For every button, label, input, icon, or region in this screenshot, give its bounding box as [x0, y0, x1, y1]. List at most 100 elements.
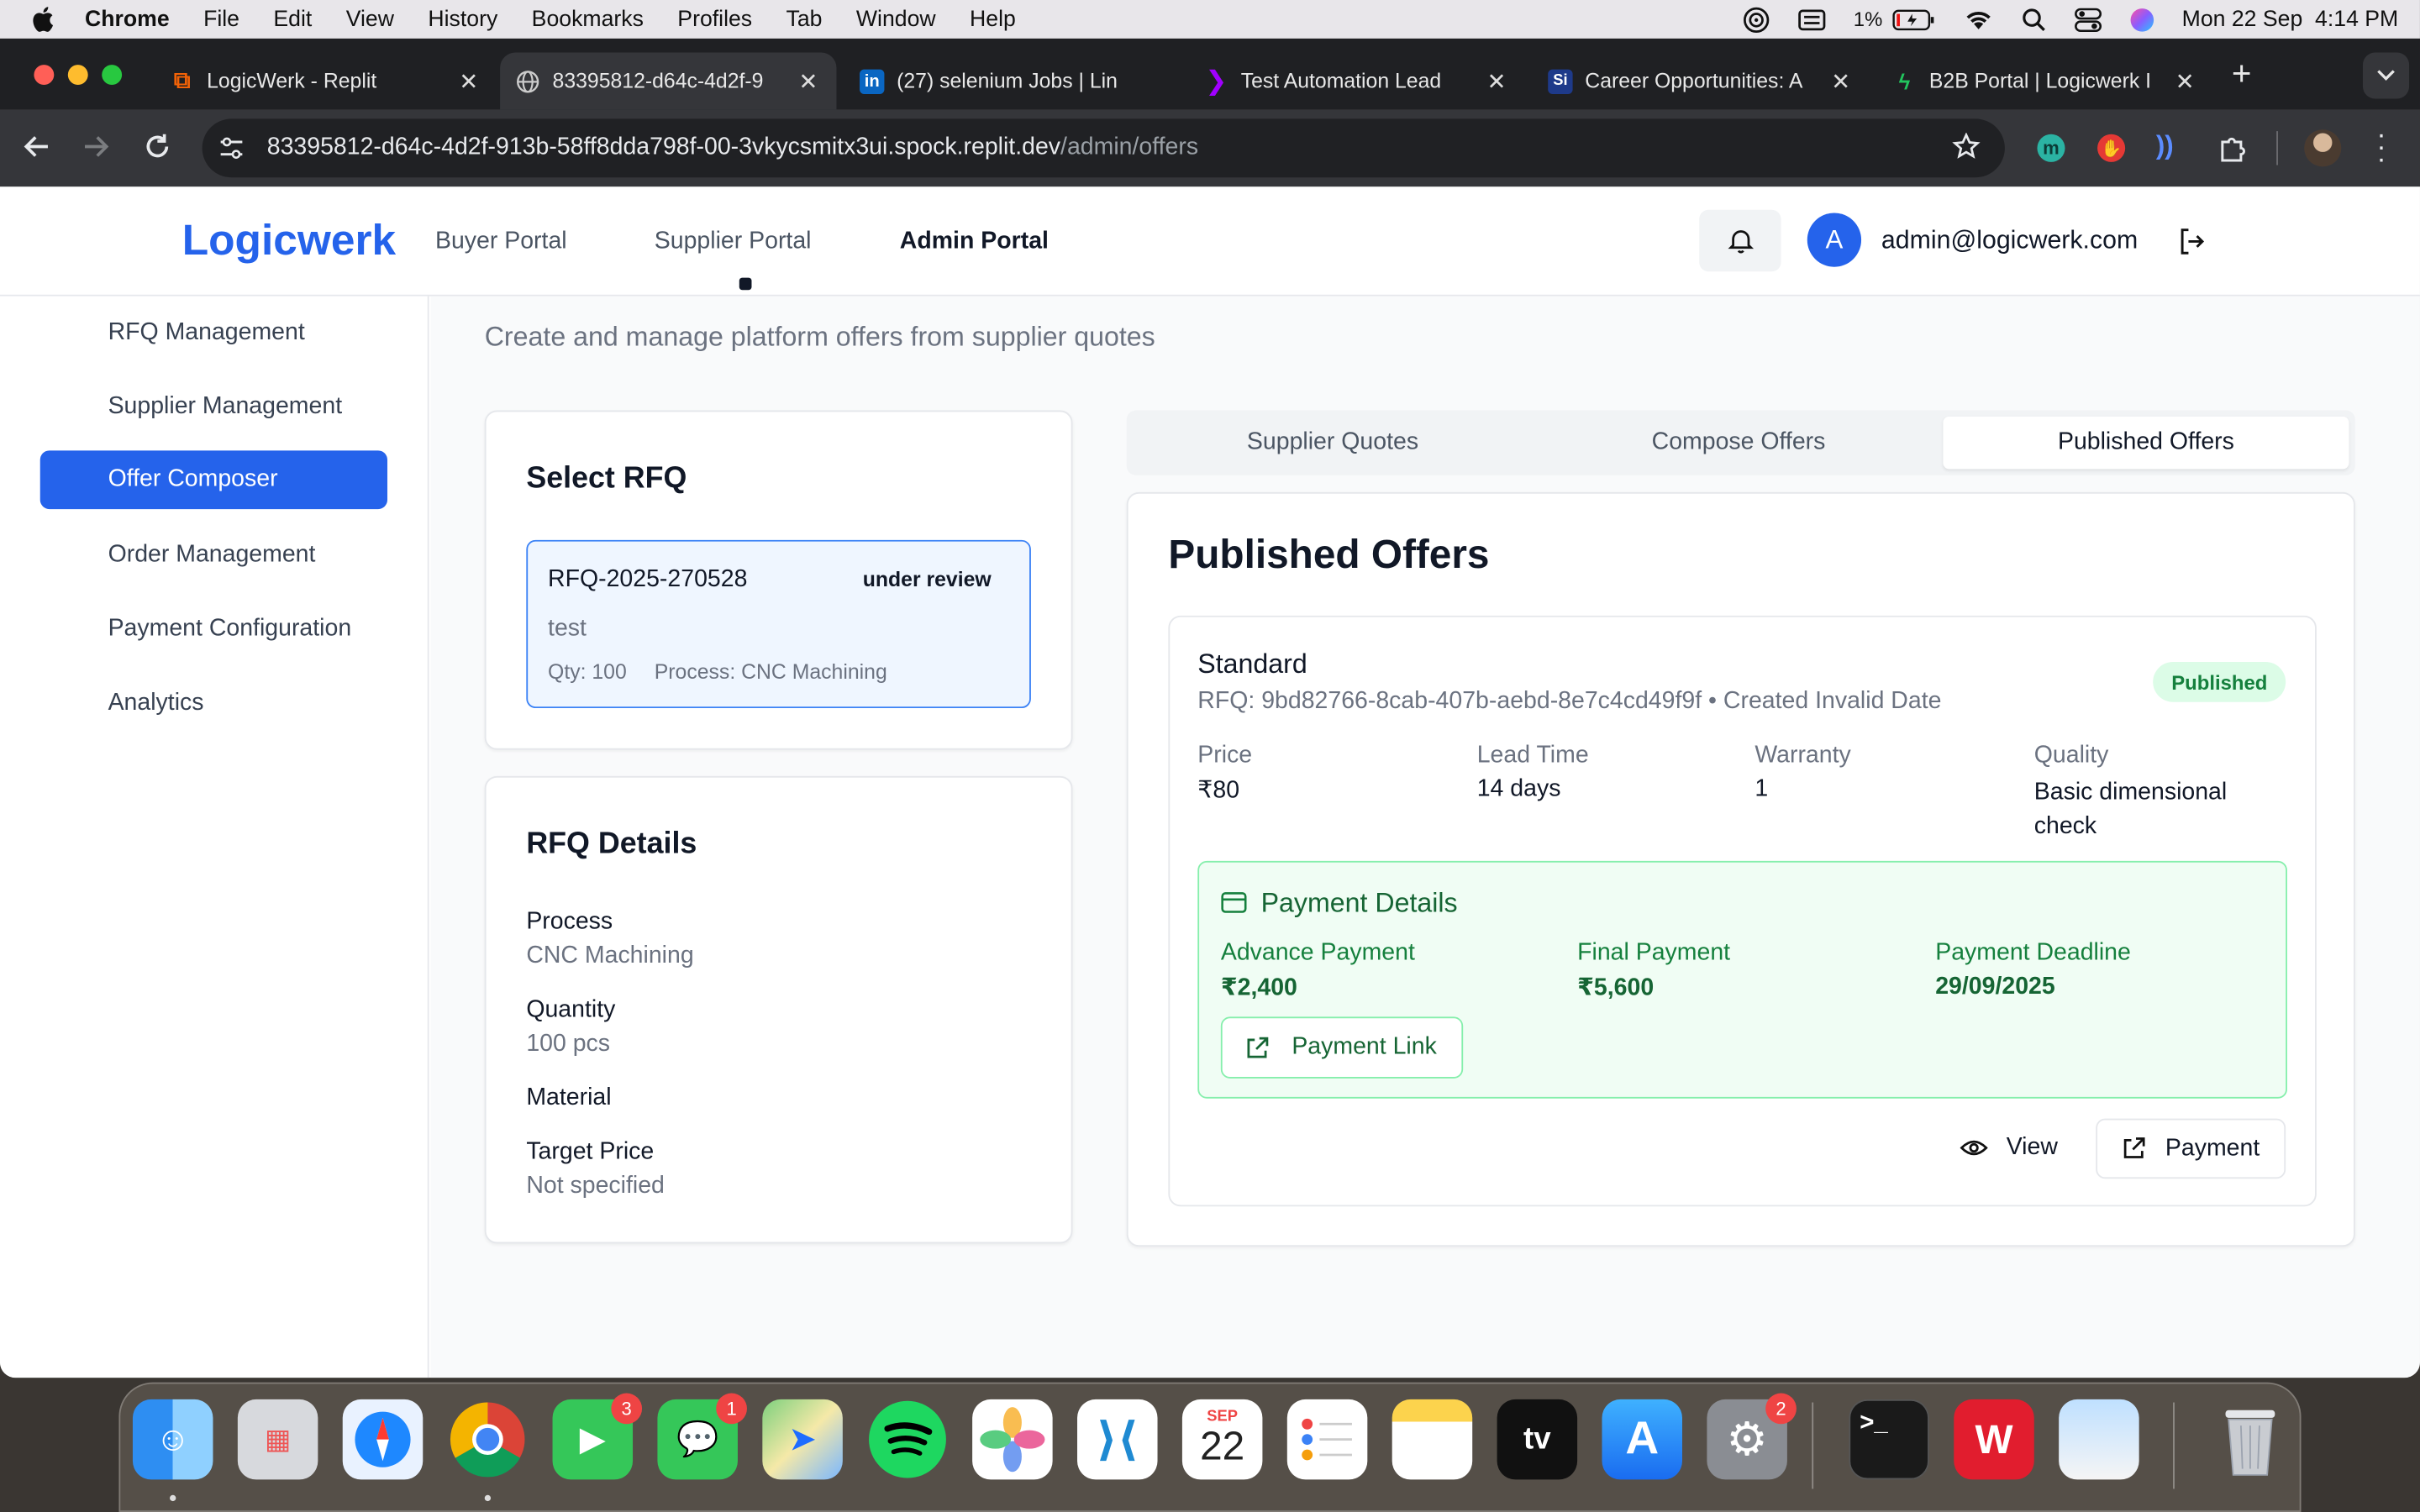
sidebar-item-rfq-management[interactable]: RFQ Management: [40, 304, 387, 363]
dock-facetime-icon[interactable]: ▶ 3: [552, 1393, 643, 1480]
tab-close-icon[interactable]: ✕: [1831, 67, 1850, 95]
tab-published-offers[interactable]: Published Offers: [1943, 416, 2349, 470]
dock-appletv-icon[interactable]: tv: [1497, 1399, 1578, 1480]
browser-tab-careers[interactable]: Si Career Opportunities: A ✕: [1533, 52, 1869, 109]
dock-vscode-icon[interactable]: ⟩⟨: [1077, 1399, 1158, 1480]
select-rfq-title: Select RFQ: [526, 461, 687, 496]
toolbar-divider: [2276, 131, 2278, 165]
menu-edit[interactable]: Edit: [273, 7, 312, 31]
offer-tabs: Supplier Quotes Compose Offers Published…: [1126, 410, 2355, 475]
extension-wave-icon[interactable]: )): [2156, 131, 2174, 162]
window-zoom-button[interactable]: [102, 65, 123, 86]
dock-spotify-icon[interactable]: [867, 1399, 948, 1480]
menu-app-name[interactable]: Chrome: [85, 7, 170, 31]
new-tab-button[interactable]: +: [2232, 54, 2252, 94]
menu-history[interactable]: History: [428, 7, 497, 31]
dock-messages-icon[interactable]: 💬 1: [657, 1393, 747, 1480]
target-price-value: Not specified: [526, 1172, 665, 1200]
url-host: 83395812-d64c-4d2f-913b-58ff8dda798f-00-…: [266, 134, 1061, 161]
site-info-icon[interactable]: [218, 136, 245, 160]
browser-tab-b2b-portal[interactable]: ϟ B2B Portal | Logicwerk I ✕: [1876, 52, 2212, 109]
menu-bookmarks[interactable]: Bookmarks: [532, 7, 644, 31]
dock-preview-icon[interactable]: [2059, 1399, 2139, 1480]
chrome-menu-icon[interactable]: · · ·: [2377, 120, 2386, 172]
apple-icon[interactable]: [31, 6, 55, 32]
dock-safari-icon[interactable]: [342, 1399, 424, 1480]
sidebar-item-offer-composer[interactable]: Offer Composer: [39, 450, 388, 510]
extension-m-icon[interactable]: m: [2037, 134, 2065, 162]
extensions-puzzle-icon[interactable]: [2217, 133, 2249, 164]
browser-tab-test-automation[interactable]: ❯ Test Automation Lead ✕: [1188, 52, 1524, 109]
browser-tab-replit[interactable]: ⧉ LogicWerk - Replit ✕: [155, 52, 497, 109]
siri-icon[interactable]: [2129, 7, 2154, 31]
profile-avatar[interactable]: [2304, 129, 2342, 167]
menu-clock[interactable]: Mon 22 Sep 4:14 PM: [2182, 7, 2399, 31]
view-offer-label: View: [2006, 1133, 2058, 1161]
dock-chrome-icon[interactable]: [448, 1399, 529, 1480]
view-offer-button[interactable]: View: [1942, 1119, 2081, 1178]
dock-notes-icon[interactable]: [1392, 1399, 1473, 1480]
browser-tab-admin-offers[interactable]: 83395812-d64c-4d2f-9 ✕: [500, 52, 837, 110]
dock-trash-icon[interactable]: [2210, 1399, 2291, 1480]
menu-file[interactable]: File: [203, 7, 239, 31]
dock-settings-icon[interactable]: ⚙ 2: [1707, 1393, 1797, 1480]
reload-icon[interactable]: [142, 131, 173, 162]
user-avatar[interactable]: A: [1807, 213, 1862, 267]
material-label: Material: [526, 1084, 612, 1111]
tab-close-icon[interactable]: ✕: [798, 67, 818, 95]
dock-launchpad-icon[interactable]: ▦: [237, 1399, 318, 1480]
tab-compose-offers[interactable]: Compose Offers: [1533, 411, 1944, 475]
notifications-button[interactable]: [1699, 209, 1781, 272]
calendar-day: 22: [1200, 1421, 1245, 1468]
menu-window[interactable]: Window: [856, 7, 936, 31]
tab-close-icon[interactable]: ✕: [2175, 67, 2195, 95]
macos-dock: ☺ ▦ ▶ 3 💬 1 ➤ ⟩⟨ SEP 22 tv A ⚙ 2 >_ W: [118, 1382, 2302, 1512]
forward-icon[interactable]: [81, 131, 112, 162]
control-center-icon[interactable]: [2074, 7, 2102, 32]
battery-icon[interactable]: [1891, 8, 1934, 30]
window-minimize-button[interactable]: [67, 65, 88, 86]
sidebar-item-payment-configuration[interactable]: Payment Configuration: [40, 600, 387, 659]
nav-supplier-portal[interactable]: Supplier Portal: [655, 228, 812, 256]
bookmark-star-icon[interactable]: [1952, 132, 1981, 160]
menu-profiles[interactable]: Profiles: [677, 7, 752, 31]
dock-maps-icon[interactable]: ➤: [762, 1399, 843, 1480]
rfq-list-item[interactable]: RFQ-2025-270528 under review test Qty: 1…: [526, 539, 1031, 709]
tab-close-icon[interactable]: ✕: [1487, 67, 1507, 95]
payment-link-button[interactable]: Payment Link: [1220, 1016, 1464, 1079]
dock-calendar-icon[interactable]: SEP 22: [1181, 1399, 1263, 1480]
nav-admin-portal[interactable]: Admin Portal: [900, 228, 1049, 256]
dock-finder-icon[interactable]: ☺: [132, 1399, 213, 1480]
dock-appstore-icon[interactable]: A: [1602, 1399, 1683, 1480]
airdrop-icon[interactable]: [1743, 5, 1770, 33]
keyboard-icon[interactable]: [1798, 8, 1826, 30]
payment-button[interactable]: Payment: [2096, 1118, 2286, 1179]
dock-photos-icon[interactable]: [972, 1399, 1053, 1480]
logout-icon[interactable]: [2178, 227, 2207, 256]
extension-hand-icon[interactable]: ✋: [2097, 134, 2126, 162]
nav-buyer-portal[interactable]: Buyer Portal: [435, 228, 567, 256]
dock-reminders-icon[interactable]: [1286, 1399, 1368, 1480]
bolt-icon: ϟ: [1898, 68, 1911, 94]
window-close-button[interactable]: [34, 65, 55, 86]
menu-view[interactable]: View: [346, 7, 394, 31]
brand-logo[interactable]: Logicwerk: [182, 216, 396, 265]
address-bar[interactable]: 83395812-d64c-4d2f-913b-58ff8dda798f-00-…: [202, 118, 2005, 178]
payment-details-panel: Payment Details Advance Payment ₹2,400 F…: [1197, 860, 2287, 1099]
back-icon[interactable]: [22, 131, 53, 162]
sidebar-item-order-management[interactable]: Order Management: [40, 526, 387, 585]
eye-icon: [1960, 1137, 1988, 1159]
spotlight-search-icon[interactable]: [2022, 7, 2046, 31]
dock-wps-icon[interactable]: W: [1954, 1399, 2034, 1480]
browser-tab-linkedin[interactable]: in (27) selenium Jobs | Lin: [844, 52, 1181, 109]
tab-close-icon[interactable]: ✕: [459, 67, 478, 95]
tab-supplier-quotes[interactable]: Supplier Quotes: [1127, 411, 1539, 475]
payment-details-title: Payment Details: [1260, 887, 1458, 918]
menu-help[interactable]: Help: [970, 7, 1016, 31]
dock-terminal-icon[interactable]: >_: [1849, 1399, 1929, 1480]
sidebar-item-analytics[interactable]: Analytics: [40, 675, 387, 733]
wifi-icon[interactable]: [1963, 8, 1994, 31]
tab-search-button[interactable]: [2362, 52, 2410, 99]
menu-tab[interactable]: Tab: [786, 7, 823, 31]
sidebar-item-supplier-management[interactable]: Supplier Management: [40, 378, 387, 437]
